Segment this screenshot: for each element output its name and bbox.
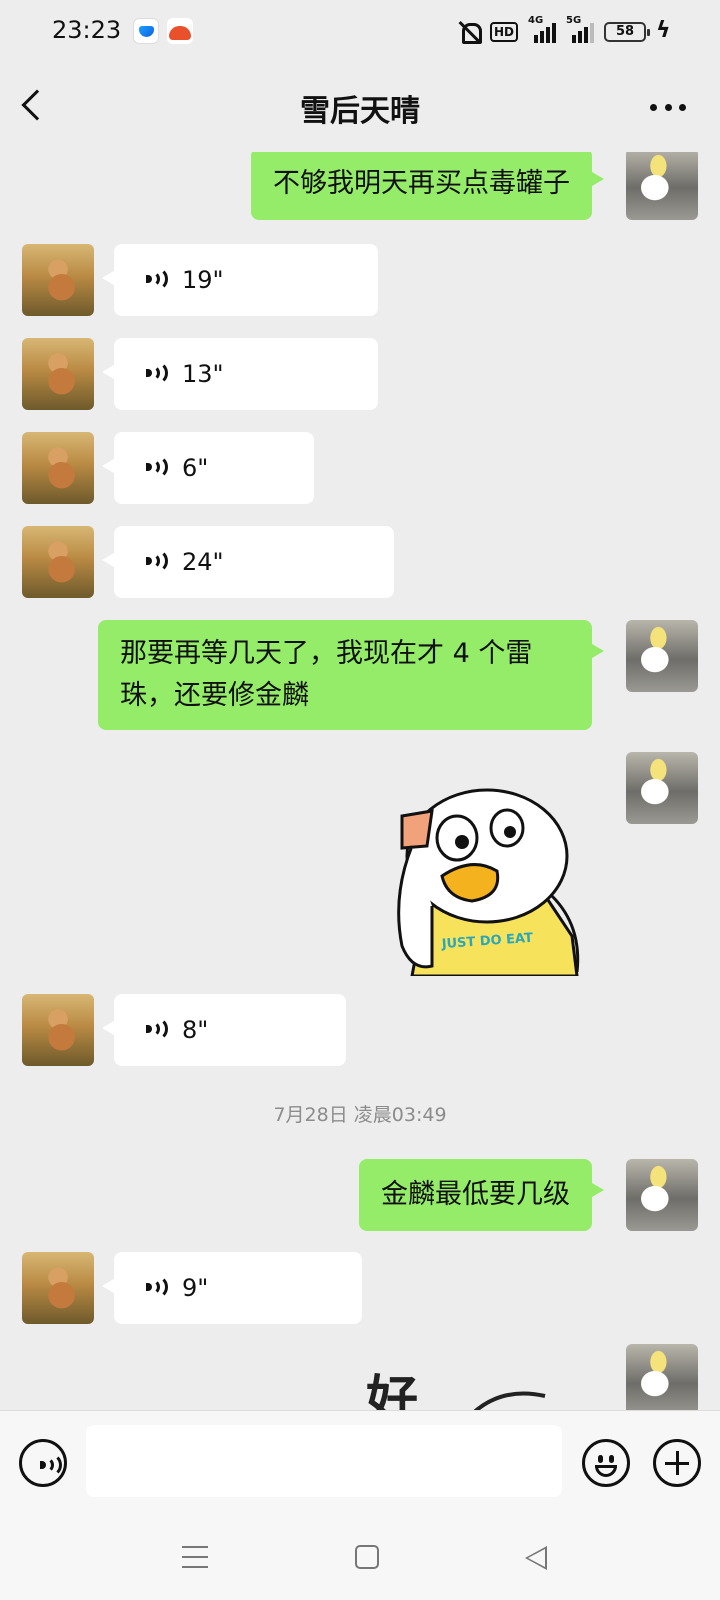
- message-row: 8": [0, 994, 720, 1066]
- message-row: 那要再等几天了，我现在才 4 个雷珠，还要修金麟: [0, 620, 720, 730]
- voice-duration: 13": [182, 360, 224, 388]
- message-row: 好: [0, 1344, 720, 1412]
- battery-icon: 58: [604, 22, 650, 42]
- voice-duration: 19": [182, 266, 224, 294]
- voice-wave-icon: [144, 266, 170, 292]
- message-row: 19": [0, 244, 720, 316]
- voice-wave-icon: [144, 454, 170, 480]
- contact-avatar[interactable]: [22, 994, 94, 1066]
- signal-5g-icon: 5G: [566, 15, 594, 43]
- voice-message-bubble[interactable]: 13": [102, 338, 378, 410]
- my-text-bubble[interactable]: 那要再等几天了，我现在才 4 个雷珠，还要修金麟: [98, 620, 604, 730]
- message-row: 金麟最低要几级: [0, 1159, 720, 1231]
- my-text-bubble[interactable]: 金麟最低要几级: [359, 1159, 604, 1231]
- my-avatar[interactable]: [626, 752, 698, 824]
- recent-apps-icon[interactable]: [182, 1546, 208, 1568]
- status-time: 23:23: [52, 16, 122, 44]
- voice-wave-icon: [38, 1452, 64, 1478]
- voice-wave-icon: [144, 1274, 170, 1300]
- contact-avatar[interactable]: [22, 1252, 94, 1324]
- mute-icon: [458, 20, 482, 44]
- app-notification-icon: [133, 18, 159, 44]
- contact-avatar[interactable]: [22, 338, 94, 410]
- my-avatar[interactable]: [626, 1344, 698, 1412]
- hd-voice-icon: HD: [489, 22, 518, 42]
- voice-message-bubble[interactable]: 8": [102, 994, 346, 1066]
- system-back-icon[interactable]: [525, 1546, 547, 1570]
- my-text-bubble[interactable]: 不够我明天再买点毒罐子: [251, 152, 604, 220]
- chat-header: 雪后天晴: [0, 66, 720, 152]
- voice-wave-icon: [144, 360, 170, 386]
- app-notification-icon: [167, 18, 193, 44]
- status-bar: 23:23 HD 4G 5G 58: [0, 0, 720, 66]
- message-list[interactable]: 不够我明天再买点毒罐子 19" 13" 6" 24" 那要再等几天了，我现在才 …: [0, 152, 720, 1412]
- duck-sticker[interactable]: JUST DO EAT: [372, 776, 592, 976]
- voice-message-bubble[interactable]: 24": [102, 526, 394, 598]
- my-avatar[interactable]: [626, 152, 698, 220]
- message-row: 13": [0, 338, 720, 410]
- voice-message-bubble[interactable]: 9": [102, 1252, 362, 1324]
- more-actions-plus-button[interactable]: [653, 1439, 701, 1487]
- system-navigation-bar: [0, 1512, 720, 1600]
- more-options-icon[interactable]: [650, 104, 686, 112]
- voice-duration: 8": [182, 1016, 209, 1044]
- message-row: 24": [0, 526, 720, 598]
- message-timestamp: 7月28日 凌晨03:49: [273, 1104, 447, 1126]
- signal-4g-icon: 4G: [528, 15, 556, 43]
- my-avatar[interactable]: [626, 620, 698, 692]
- message-row: 6": [0, 432, 720, 504]
- voice-duration: 6": [182, 454, 209, 482]
- home-icon[interactable]: [355, 1545, 379, 1569]
- message-row: 不够我明天再买点毒罐子: [0, 152, 720, 220]
- emoji-button[interactable]: [582, 1439, 630, 1487]
- chat-title: 雪后天晴: [300, 94, 420, 129]
- voice-wave-icon: [144, 1016, 170, 1042]
- voice-message-bubble[interactable]: 6": [102, 432, 314, 504]
- partial-sticker[interactable]: 好: [360, 1356, 560, 1412]
- contact-avatar[interactable]: [22, 244, 94, 316]
- contact-avatar[interactable]: [22, 526, 94, 598]
- voice-wave-icon: [144, 548, 170, 574]
- message-row: 9": [0, 1252, 720, 1324]
- chat-input-bar: [0, 1410, 720, 1512]
- my-avatar[interactable]: [626, 1159, 698, 1231]
- voice-duration: 24": [182, 548, 224, 576]
- sticker-text: 好: [365, 1371, 418, 1412]
- voice-message-bubble[interactable]: 19": [102, 244, 378, 316]
- voice-input-button[interactable]: [19, 1439, 67, 1487]
- contact-avatar[interactable]: [22, 432, 94, 504]
- charging-icon: [656, 18, 671, 43]
- message-input[interactable]: [86, 1425, 562, 1497]
- status-icons: HD 4G 5G 58: [458, 15, 671, 46]
- voice-duration: 9": [182, 1274, 209, 1302]
- message-row: JUST DO EAT: [0, 752, 720, 982]
